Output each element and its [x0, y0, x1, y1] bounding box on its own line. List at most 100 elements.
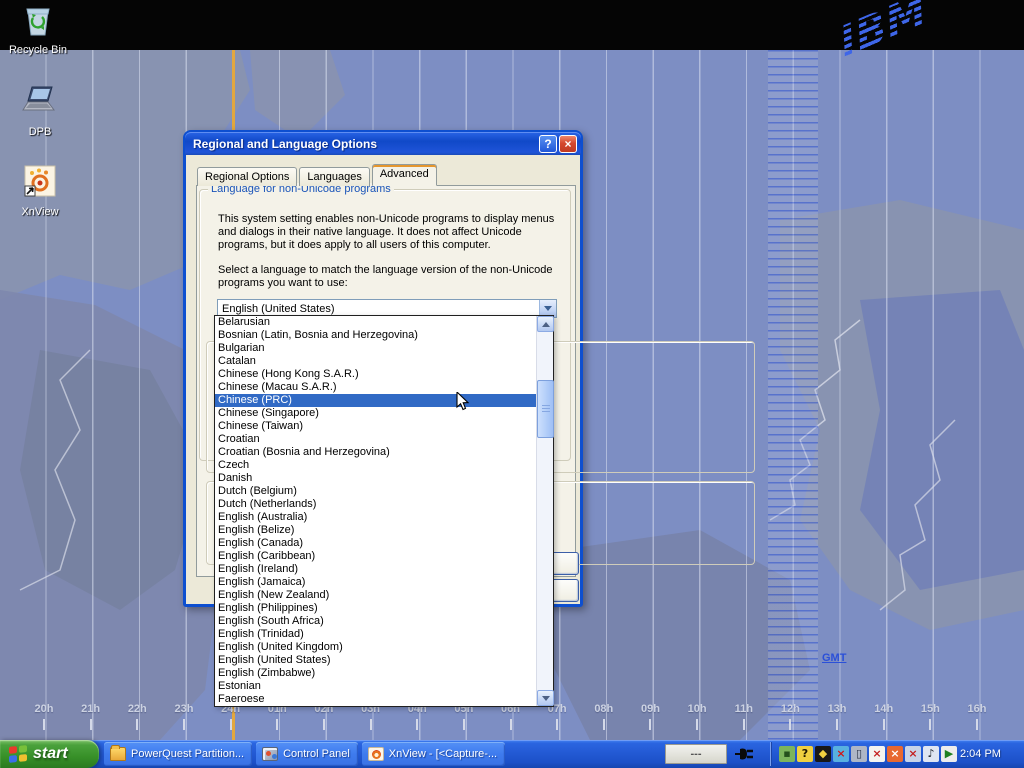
language-option[interactable]: Croatian (Bosnia and Herzegovina)	[215, 446, 536, 459]
xnview-icon	[368, 747, 384, 761]
hour-label: 08h	[582, 703, 626, 715]
hour-mark: 08h	[582, 703, 626, 730]
language-option[interactable]: Estonian	[215, 680, 536, 693]
gmt-highlight-band	[768, 50, 818, 740]
hour-tick	[649, 719, 651, 730]
hour-mark: 04h	[395, 703, 439, 730]
control-panel-icon	[262, 747, 278, 761]
messenger-offline-icon[interactable]: ×	[833, 746, 849, 762]
desktop-icon-dpb[interactable]: DPB	[2, 84, 78, 140]
mouse-cursor	[456, 392, 470, 412]
laptop-icon	[20, 84, 60, 120]
language-option[interactable]: English (Jamaica)	[215, 576, 536, 589]
language-option[interactable]: Chinese (Singapore)	[215, 407, 536, 420]
monitor-alert-icon[interactable]: ×	[869, 746, 885, 762]
language-option[interactable]: English (Canada)	[215, 537, 536, 550]
hour-label: 16h	[955, 703, 999, 715]
deskband[interactable]: ---	[665, 744, 727, 764]
hour-tick	[90, 719, 92, 730]
removable-storage-icon[interactable]: ▪	[779, 746, 795, 762]
language-option[interactable]: Bulgarian	[215, 342, 536, 355]
hour-mark: 12h	[768, 703, 812, 730]
hour-tick	[463, 719, 465, 730]
hour-tick	[323, 719, 325, 730]
network-places-icon[interactable]: ▯	[851, 746, 867, 762]
hour-label: 20h	[22, 703, 66, 715]
system-tray: ▪ ? ◆ × ▯ × × × ♪ ▶	[779, 745, 959, 763]
language-dropdown-list: BelarusianBosnian (Latin, Bosnia and Her…	[214, 315, 554, 707]
language-option[interactable]: English (Australia)	[215, 511, 536, 524]
hour-mark: 10h	[675, 703, 719, 730]
language-option[interactable]: Dutch (Netherlands)	[215, 498, 536, 511]
tab-label: Languages	[307, 171, 361, 183]
language-option[interactable]: English (Caribbean)	[215, 550, 536, 563]
language-option[interactable]: English (Belize)	[215, 524, 536, 537]
folder-icon	[110, 747, 126, 761]
language-option[interactable]: English (New Zealand)	[215, 589, 536, 602]
language-option[interactable]: English (Philippines)	[215, 602, 536, 615]
hour-tick	[230, 719, 232, 730]
task-button[interactable]: PowerQuest Partition...	[104, 742, 252, 766]
start-button[interactable]: start	[0, 740, 99, 768]
help-button[interactable]: ?	[539, 135, 557, 153]
desktop-icon-recycle-bin[interactable]: Recycle Bin	[0, 6, 76, 58]
list-scrollbar[interactable]	[536, 316, 553, 706]
dialog-tab[interactable]: Advanced	[372, 164, 437, 186]
hour-label: 14h	[862, 703, 906, 715]
task-button[interactable]: Control Panel	[256, 742, 358, 766]
hour-mark: 07h	[535, 703, 579, 730]
language-option[interactable]: Catalan	[215, 355, 536, 368]
task-button-label: PowerQuest Partition...	[131, 748, 244, 760]
dialog-tab[interactable]: Languages	[299, 167, 369, 186]
language-option[interactable]: English (United States)	[215, 654, 536, 667]
language-option[interactable]: English (South Africa)	[215, 615, 536, 628]
scroll-up-button[interactable]	[537, 316, 554, 332]
display-adapter-icon[interactable]: ◆	[815, 746, 831, 762]
hour-mark: 09h	[628, 703, 672, 730]
language-option[interactable]: Danish	[215, 472, 536, 485]
chevron-down-icon	[544, 306, 552, 311]
dialog-tab[interactable]: Regional Options	[197, 167, 297, 186]
language-option[interactable]: Faeroese	[215, 693, 536, 706]
input-device-icon[interactable]: ?	[797, 746, 813, 762]
hour-tick	[603, 719, 605, 730]
desktop-screen: GMT 20h 21h 22h 23h 24h 01h 02h	[0, 0, 1024, 768]
hour-tick	[510, 719, 512, 730]
volume-icon[interactable]: ♪	[923, 746, 939, 762]
language-option[interactable]: English (Trinidad)	[215, 628, 536, 641]
gmt-label: GMT	[822, 652, 846, 664]
dialog-titlebar[interactable]: Regional and Language Options ? ×	[185, 132, 581, 155]
chevron-up-icon	[542, 322, 550, 327]
combobox-value: English (United States)	[218, 303, 539, 315]
scroll-down-button[interactable]	[537, 690, 554, 706]
chevron-down-icon	[542, 696, 550, 701]
taskbar: start PowerQuest Partition... Control Pa…	[0, 740, 1024, 768]
network-disconnected-icon[interactable]: ×	[905, 746, 921, 762]
task-button-label: Control Panel	[283, 748, 350, 760]
desktop-icon-xnview[interactable]: XnView	[2, 164, 78, 220]
scheduler-icon[interactable]: ▶	[941, 746, 957, 762]
language-option[interactable]: Belarusian	[215, 316, 536, 329]
language-option[interactable]: Chinese (PRC)	[215, 394, 536, 407]
close-button[interactable]: ×	[559, 135, 577, 153]
desktop-icon-label: DPB	[29, 126, 52, 138]
hour-mark: 03h	[349, 703, 393, 730]
language-option[interactable]: Chinese (Taiwan)	[215, 420, 536, 433]
tray-divider	[770, 742, 771, 766]
language-option[interactable]: Chinese (Hong Kong S.A.R.)	[215, 368, 536, 381]
antivirus-disabled-icon[interactable]: ×	[887, 746, 903, 762]
language-option[interactable]: Croatian	[215, 433, 536, 446]
language-option[interactable]: Bosnian (Latin, Bosnia and Herzegovina)	[215, 329, 536, 342]
language-options: BelarusianBosnian (Latin, Bosnia and Her…	[215, 316, 536, 706]
language-option[interactable]: Czech	[215, 459, 536, 472]
language-option[interactable]: Dutch (Belgium)	[215, 485, 536, 498]
hour-mark: 11h	[722, 703, 766, 730]
language-option[interactable]: English (Zimbabwe)	[215, 667, 536, 680]
task-button[interactable]: XnView - [<Capture-...	[362, 742, 505, 766]
language-option[interactable]: Chinese (Macau S.A.R.)	[215, 381, 536, 394]
power-plug-icon	[734, 745, 758, 768]
language-option[interactable]: English (Ireland)	[215, 563, 536, 576]
taskbar-clock[interactable]: 2:04 PM	[960, 740, 1020, 768]
scrollbar-thumb[interactable]	[537, 380, 554, 438]
language-option[interactable]: English (United Kingdom)	[215, 641, 536, 654]
